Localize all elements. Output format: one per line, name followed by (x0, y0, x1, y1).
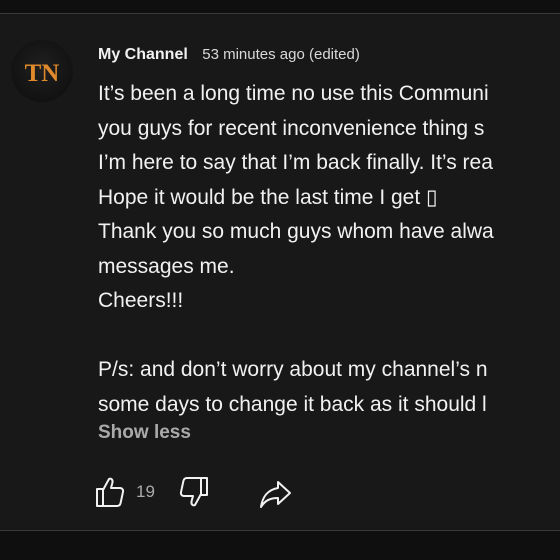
community-post-frame: TN My Channel 53 minutes ago (edited) It… (0, 0, 560, 560)
avatar-logo-text: TN (25, 60, 60, 87)
bottom-divider (0, 530, 560, 531)
community-post: TN My Channel 53 minutes ago (edited) It… (0, 14, 560, 530)
thumbs-down-icon (179, 477, 208, 507)
post-text: It’s been a long time no use this Commun… (98, 77, 560, 422)
post-text-line: Thank you so much guys whom have alwa (98, 220, 494, 243)
post-text-line: you guys for recent inconvenience thing … (98, 116, 485, 140)
post-text-line: I’m here to say that I’m back finally. I… (98, 151, 493, 174)
post-text-line: some days to change it back as it should… (98, 392, 487, 416)
post-text-line: messages me. (98, 254, 235, 278)
channel-name-link[interactable]: My Channel (98, 46, 188, 63)
post-text-line (98, 319, 560, 354)
show-less-button[interactable]: Show less (98, 419, 191, 447)
post-text-line: It’s been a long time no use this Commun… (98, 82, 489, 105)
dislike-button[interactable] (176, 472, 216, 512)
like-button[interactable] (92, 472, 132, 512)
like-count: 19 (136, 482, 155, 501)
channel-avatar[interactable]: TN (11, 40, 73, 102)
thumbs-up-icon (96, 477, 125, 507)
post-text-line: Hope it would be the last time I get ▯ (98, 185, 438, 209)
post-text-line: P/s: and don’t worry about my channel’s … (98, 358, 488, 381)
post-text-line: Cheers!!! (98, 289, 184, 312)
post-timestamp[interactable]: 53 minutes ago (edited) (202, 46, 360, 63)
share-button[interactable] (256, 472, 296, 512)
post-meta: My Channel 53 minutes ago (edited) (98, 44, 360, 66)
share-icon (260, 481, 291, 508)
avatar-logo-icon: TN (25, 60, 60, 87)
